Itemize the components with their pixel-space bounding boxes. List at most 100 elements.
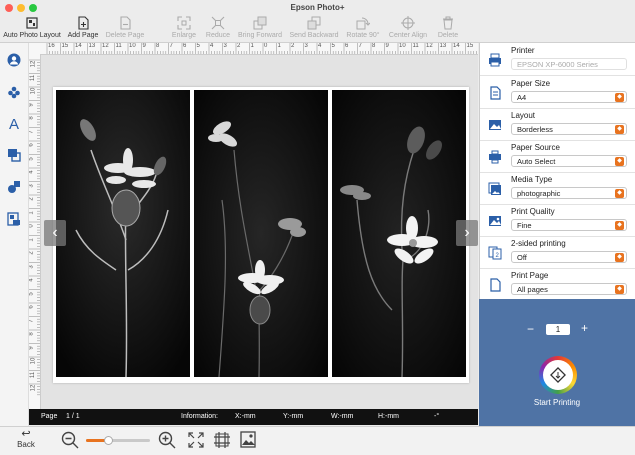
grid-icon[interactable]	[214, 432, 230, 450]
send-backward-icon	[307, 16, 321, 30]
ruler-label: 15	[61, 43, 69, 49]
ruler-label: 1	[250, 43, 254, 49]
print-quality-select[interactable]: Fine ◆	[511, 219, 627, 231]
setting-printer[interactable]: Printer EPSON XP-6000 Series	[480, 43, 635, 76]
ruler-label: 11	[30, 74, 37, 81]
media-type-select[interactable]: photographic ◆	[511, 187, 627, 199]
toolbar-label: Rotate 90°	[346, 32, 380, 39]
ruler-label: 8	[372, 43, 376, 49]
setting-paper-source[interactable]: Paper Source Auto Select ◆	[480, 140, 635, 173]
zoom-out-icon[interactable]	[61, 431, 79, 451]
setting-paper-size[interactable]: Paper Size A4 ◆	[480, 76, 635, 109]
ruler-label: 8	[156, 43, 160, 49]
delete-page-button[interactable]: Delete Page	[102, 16, 148, 39]
auto-photo-layout-button[interactable]: Auto Photo Layout	[0, 16, 64, 39]
media-type-icon	[488, 182, 502, 196]
chevron-down-icon: ◆	[615, 93, 624, 102]
ruler-label: 2	[237, 43, 241, 49]
zoom-in-icon[interactable]	[158, 431, 176, 451]
increase-copies-button[interactable]: +	[581, 321, 588, 335]
back-button[interactable]: ↩ Back	[14, 429, 38, 450]
editing-canvas[interactable]: ‹ ›	[41, 55, 478, 409]
toolbar-label: Delete Page	[105, 32, 145, 39]
send-backward-button[interactable]: Send Backward	[286, 16, 342, 39]
fit-to-window-icon[interactable]	[188, 432, 204, 450]
toolbar-label: Send Backward	[289, 32, 339, 39]
w-readout: W:-mm	[331, 413, 354, 420]
printer-select[interactable]: EPSON XP-6000 Series	[511, 58, 627, 70]
photo-frame-middle[interactable]	[194, 90, 328, 377]
ruler-label: 4	[210, 43, 214, 49]
photo-frame-right[interactable]	[332, 90, 466, 377]
ruler-label: 9	[385, 43, 389, 49]
select-value: Fine	[517, 221, 532, 230]
template-icon[interactable]	[6, 211, 22, 227]
ruler-label: 12	[102, 43, 109, 49]
ruler-label: 12	[426, 43, 433, 49]
layout-select[interactable]: Borderless ◆	[511, 123, 627, 135]
ruler-label: 12	[30, 384, 37, 392]
chevron-down-icon: ◆	[615, 189, 624, 198]
reduce-button[interactable]: Reduce	[202, 16, 234, 39]
ruler-label: 6	[29, 143, 35, 147]
image-preview-icon[interactable]	[240, 431, 256, 450]
decrease-copies-button[interactable]: −	[527, 322, 534, 336]
select-value: Auto Select	[517, 157, 556, 166]
rotate-90-button[interactable]: Rotate 90°	[342, 16, 384, 39]
bring-forward-button[interactable]: Bring Forward	[234, 16, 286, 39]
ruler-label: 2	[291, 43, 295, 49]
ruler-top: 16 15 14 13 12 11 10 9 8 7 6 5 4 3 2 1 0 1 2 3 4 5 6 7 8 9 10 11 12 1…	[29, 43, 478, 55]
ruler-label: 7	[169, 43, 173, 49]
setting-label: 2-sided printing	[511, 239, 566, 248]
setting-label: Media Type	[511, 175, 553, 184]
setting-media-type[interactable]: Media Type photographic ◆	[480, 172, 635, 205]
ruler-label: 8	[29, 332, 35, 336]
ruler-label: 9	[142, 43, 146, 49]
setting-label: Print Quality	[511, 207, 555, 216]
text-icon[interactable]: A	[6, 116, 22, 133]
zoom-slider-knob[interactable]	[103, 436, 113, 445]
next-page-arrow[interactable]: ›	[456, 220, 478, 246]
setting-layout[interactable]: Layout Borderless ◆	[480, 108, 635, 141]
setting-print-quality[interactable]: Print Quality Fine ◆	[480, 204, 635, 237]
bottom-bar: ↩ Back	[0, 426, 635, 455]
ruler-label: 4	[318, 43, 322, 49]
page-label: Page	[41, 413, 58, 420]
setting-label: Printer	[511, 46, 535, 55]
add-page-button[interactable]: Add Page	[64, 16, 102, 39]
setting-print-page[interactable]: Print Page All pages ◆	[480, 268, 635, 301]
zoom-slider[interactable]	[86, 436, 150, 445]
ruler-label: 7	[29, 129, 35, 134]
toolbar-label: Bring Forward	[238, 32, 282, 39]
x-readout: X:-mm	[235, 413, 256, 420]
center-align-icon	[401, 16, 415, 30]
frame-icon[interactable]	[6, 147, 22, 163]
two-sided-icon: 2	[488, 246, 502, 260]
start-printing-button[interactable]	[539, 356, 577, 394]
enlarge-button[interactable]: Enlarge	[166, 16, 202, 39]
center-align-button[interactable]: Center Align	[384, 16, 432, 39]
person-icon[interactable]	[6, 52, 22, 68]
status-bar: Page 1 / 1 Information: X:-mm Y:-mm W:-m…	[29, 409, 478, 425]
ruler-label: 11	[30, 371, 37, 378]
photo-frame-left[interactable]	[56, 90, 190, 377]
ruler-label: 13	[439, 43, 447, 49]
back-label: Back	[17, 440, 35, 449]
layout-icon	[488, 118, 502, 132]
ruler-label: 10	[30, 87, 37, 95]
paper-source-select[interactable]: Auto Select ◆	[511, 155, 627, 167]
two-sided-select[interactable]: Off ◆	[511, 251, 627, 263]
copies-input[interactable]: 1	[546, 324, 570, 335]
toolbar-label: Delete	[437, 32, 459, 39]
stamp-icon[interactable]	[6, 84, 22, 100]
ruler-label: 16	[48, 43, 55, 49]
previous-page-arrow[interactable]: ‹	[44, 220, 66, 246]
setting-two-sided[interactable]: 2 2-sided printing Off ◆	[480, 236, 635, 269]
delete-button[interactable]: Delete	[432, 16, 464, 39]
print-page-select[interactable]: All pages ◆	[511, 283, 627, 295]
shapes-icon[interactable]	[6, 179, 22, 195]
paper-size-select[interactable]: A4 ◆	[511, 91, 627, 103]
reduce-icon	[211, 16, 225, 30]
start-printing-label: Start Printing	[533, 398, 581, 407]
flower-photo-middle	[194, 90, 328, 377]
